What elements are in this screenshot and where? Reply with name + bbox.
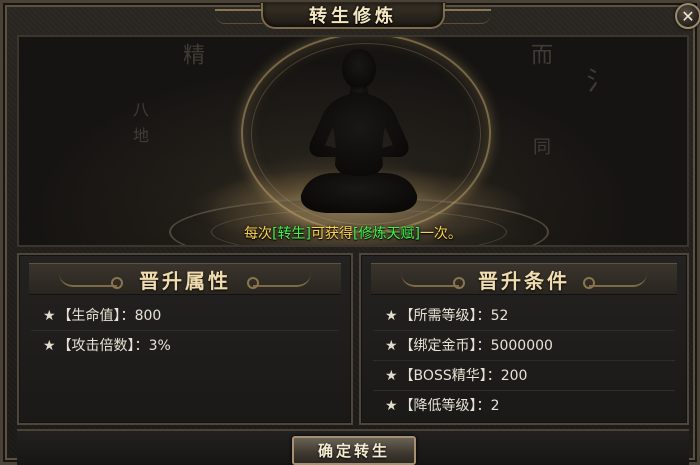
attribute-value: 800 [134,308,162,324]
background-calligraphy: 八地 [130,101,149,153]
condition-label: 【所需等级】： [399,308,491,324]
star-icon: ★ [385,338,398,354]
star-icon: ★ [43,338,56,354]
panel-title: 晋升条件 [478,268,570,293]
condition-label: 【降低等级】： [399,398,491,414]
condition-list: ★ 【所需等级】：52 ★ 【绑定金币】：5000000 ★ 【BOSS精华】：200… [373,301,675,421]
attribute-row-hp: ★ 【生命值】：800 [31,301,339,331]
attribute-label: 【攻击倍数】： [57,338,149,354]
condition-row-boss-essence: ★ 【BOSS精华】：200 [373,361,675,391]
message-suffix: 一次。 [419,226,462,242]
background-calligraphy: 氵 [582,67,612,103]
condition-row-level-reduction: ★ 【降低等级】：2 [373,391,675,421]
rebirth-window: 转生修炼 ✕ 精 八地 而 同 氵 每次[转生]可获得[修炼天赋]一次。 晋升属… [0,0,700,465]
attribute-row-attack-multiplier: ★ 【攻击倍数】：3% [31,331,339,361]
star-icon: ★ [385,398,398,414]
ornament-left-icon [59,273,123,289]
star-icon: ★ [43,308,56,324]
panel-title: 晋升属性 [139,268,231,293]
attribute-value: 3% [148,338,171,354]
panel-header: 晋升属性 [29,263,341,295]
meditating-figure-icon [300,49,418,213]
message-prefix: 每次 [244,226,273,242]
ornament-right-icon [583,273,647,289]
panel-header: 晋升条件 [371,263,677,295]
window-title-plate: 转生修炼 [215,3,491,29]
ornament-left-icon [401,273,465,289]
message-middle: 可获得 [311,226,353,242]
condition-value: 52 [490,308,509,324]
star-icon: ★ [385,308,398,324]
background-calligraphy: 精 [179,43,204,75]
rebirth-info-message: 每次[转生]可获得[修炼天赋]一次。 [19,223,687,243]
promotion-attributes-panel: 晋升属性 ★ 【生命值】：800 ★ 【攻击倍数】：3% [17,253,353,425]
attribute-list: ★ 【生命值】：800 ★ 【攻击倍数】：3% [31,301,339,361]
message-rebirth-highlight: [转生] [272,226,311,242]
condition-row-required-level: ★ 【所需等级】：52 [373,301,675,331]
condition-label: 【BOSS精华】： [399,368,501,384]
close-button[interactable]: ✕ [675,3,700,29]
cultivation-banner: 精 八地 而 同 氵 每次[转生]可获得[修炼天赋]一次。 [17,35,689,247]
message-talent-highlight: [修炼天赋] [353,226,420,242]
condition-value: 5000000 [490,338,553,354]
condition-label: 【绑定金币】： [399,338,491,354]
background-calligraphy: 同 [530,137,551,165]
condition-value: 200 [500,368,528,384]
attribute-label: 【生命值】： [57,308,135,324]
confirm-rebirth-button[interactable]: 确定转生 [292,436,416,465]
promotion-conditions-panel: 晋升条件 ★ 【所需等级】：52 ★ 【绑定金币】：5000000 ★ 【BOSS精华… [359,253,689,425]
background-calligraphy: 而 [527,43,552,75]
condition-value: 2 [490,398,500,414]
condition-row-bound-gold: ★ 【绑定金币】：5000000 [373,331,675,361]
window-title: 转生修炼 [309,6,397,27]
ornament-right-icon [247,273,311,289]
close-icon: ✕ [681,6,695,26]
star-icon: ★ [385,368,398,384]
